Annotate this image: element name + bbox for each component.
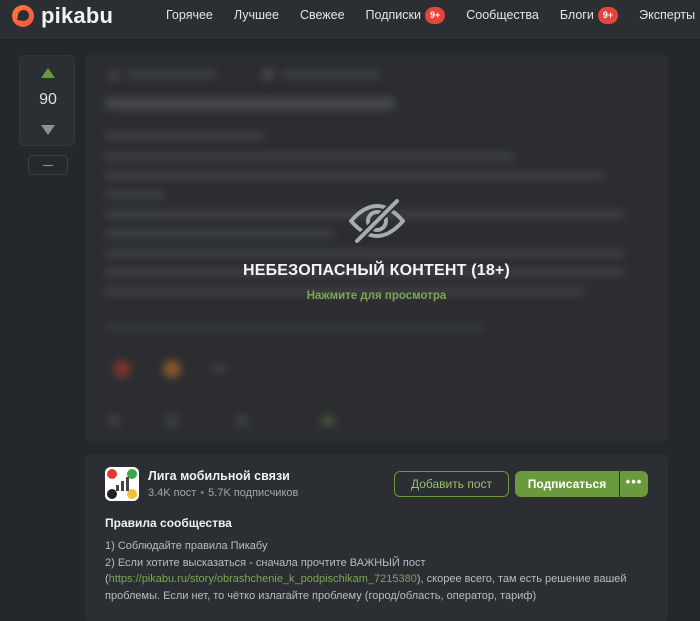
nav-subscriptions[interactable]: Подписки 9+ — [366, 6, 446, 24]
nav-best[interactable]: Лучшее — [234, 6, 279, 24]
nav-communities-label: Сообщества — [466, 8, 539, 22]
top-header: pikabu Горячее Лучшее Свежее Подписки 9+ … — [0, 0, 700, 40]
community-subscribers-count: 5.7K подписчиков — [208, 487, 299, 499]
rule-2: 2) Если хотите высказаться - сначала про… — [105, 555, 655, 605]
blogs-badge: 9+ — [597, 6, 619, 24]
nav-blogs-label: Блоги — [559, 8, 594, 22]
post-rating: 90 — [39, 91, 57, 108]
nsfw-overlay[interactable]: НЕБЕЗОПАСНЫЙ КОНТЕНТ (18+) Нажмите для п… — [85, 55, 668, 441]
nav-hot[interactable]: Горячее — [166, 6, 213, 24]
rule-2-text: 2) Если хотите высказаться - сначала про… — [105, 556, 426, 569]
nav-hot-label: Горячее — [166, 8, 213, 22]
community-logo-icon — [105, 467, 139, 501]
rating-box: 90 — [19, 55, 75, 146]
pikabu-logo-icon — [12, 5, 34, 27]
nsfw-view-hint[interactable]: Нажмите для просмотра — [85, 290, 668, 302]
nav-best-label: Лучшее — [233, 8, 279, 22]
subscriptions-badge: 9+ — [424, 6, 446, 24]
community-posts-count: 3.4K пост — [148, 487, 197, 499]
subscribe-button[interactable]: Подписаться — [515, 471, 619, 497]
collapse-post-button[interactable] — [28, 155, 68, 175]
downvote-icon[interactable] — [41, 125, 55, 135]
community-avatar[interactable] — [105, 467, 139, 501]
important-post-link[interactable]: https://pikabu.ru/story/obrashchenie_k_p… — [109, 573, 417, 585]
community-card: Лига мобильной связи 3.4K пост • 5.7K по… — [85, 455, 668, 621]
nav-experts[interactable]: Эксперты — [639, 6, 695, 24]
nav-fresh[interactable]: Свежее — [300, 6, 345, 24]
post-card: НЕБЕЗОПАСНЫЙ КОНТЕНТ (18+) Нажмите для п… — [85, 55, 668, 441]
upvote-icon[interactable] — [41, 68, 55, 78]
community-name[interactable]: Лига мобильной связи — [148, 469, 290, 483]
nav-experts-label: Эксперты — [639, 8, 696, 22]
stats-separator: • — [200, 487, 205, 499]
logo-text: pikabu — [41, 3, 114, 28]
nsfw-title: НЕБЕЗОПАСНЫЙ КОНТЕНТ (18+) — [242, 262, 510, 279]
pikabu-logo[interactable]: pikabu — [12, 3, 113, 29]
more-icon[interactable]: ••• — [620, 471, 648, 497]
nav-subscriptions-label: Подписки — [365, 8, 421, 22]
main-nav: Горячее Лучшее Свежее Подписки 9+ Сообщес… — [166, 6, 700, 24]
nav-blogs[interactable]: Блоги 9+ — [559, 6, 619, 24]
rule-1: 1) Соблюдайте правила Пикабу — [105, 540, 268, 552]
add-post-button[interactable]: Добавить пост — [394, 471, 509, 497]
nav-communities[interactable]: Сообщества — [466, 6, 539, 24]
hidden-eye-icon — [349, 198, 405, 244]
rules-title: Правила сообщества — [105, 516, 232, 530]
rules-text: 1) Соблюдайте правила Пикабу 2) Если хот… — [105, 538, 655, 604]
community-stats: 3.4K пост • 5.7K подписчиков — [148, 487, 298, 499]
nav-fresh-label: Свежее — [299, 8, 345, 22]
